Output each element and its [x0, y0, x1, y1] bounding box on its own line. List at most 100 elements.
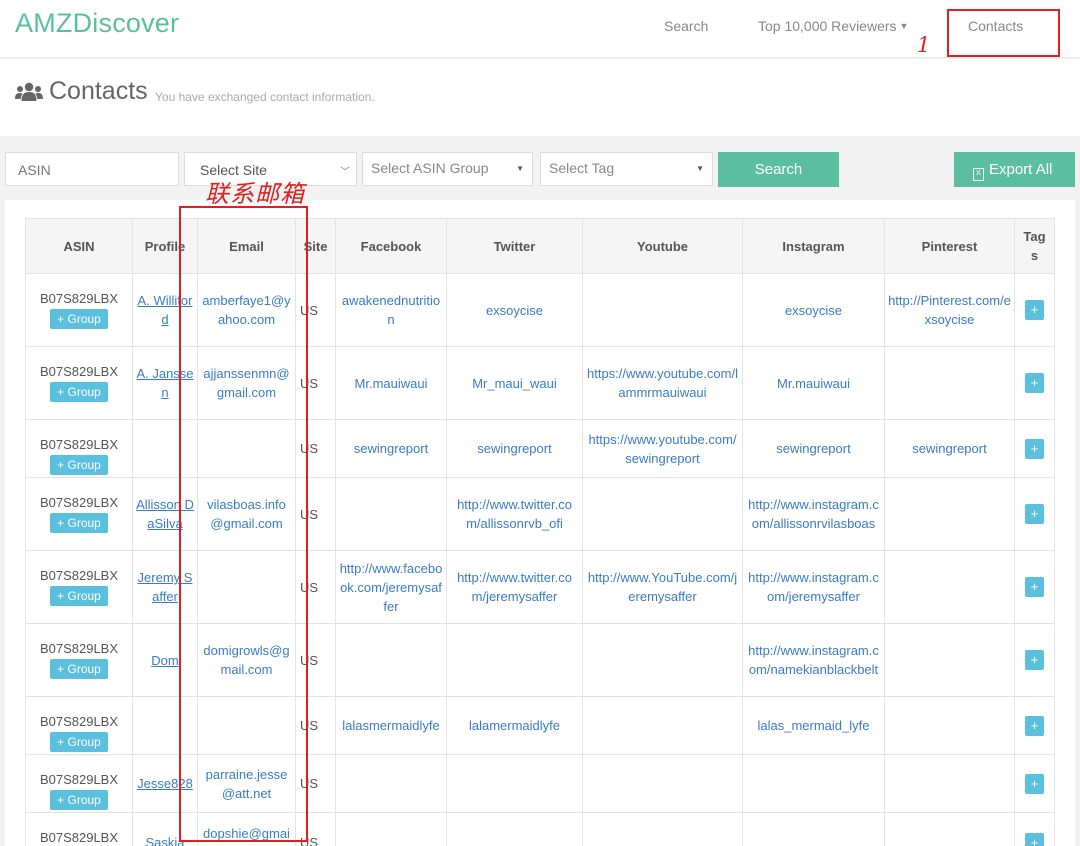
add-group-button[interactable]: + Group [50, 455, 108, 475]
add-tag-button[interactable]: + [1025, 373, 1044, 393]
facebook-cell[interactable]: awakenednutrition [335, 273, 447, 347]
asin-cell: B07S829LBX + Group [25, 550, 133, 624]
twitter-cell[interactable]: http://www.twitter.com/jeremysaffer [446, 550, 583, 624]
asin-cell: B07S829LBX + Group [25, 419, 133, 478]
youtube-cell [582, 273, 743, 347]
tags-cell: + [1014, 623, 1055, 697]
annotation-step-number: 1 [917, 33, 931, 57]
nav-reviewers-label: Top 10,000 Reviewers [758, 18, 897, 34]
asin-value: B07S829LBX [39, 437, 119, 452]
add-group-button[interactable]: + Group [50, 659, 108, 679]
add-group-button[interactable]: + Group [50, 513, 108, 533]
asin-cell: B07S829LBX + Group [25, 754, 133, 813]
asin-value: B07S829LBX [39, 291, 119, 306]
chevron-down-icon: ﹀ [340, 167, 350, 178]
facebook-cell[interactable]: lalasmermaidlyfe [335, 696, 447, 755]
tags-cell: + [1014, 812, 1055, 846]
instagram-cell[interactable]: Mr.mauiwaui [742, 346, 885, 420]
youtube-cell [582, 477, 743, 551]
youtube-cell[interactable]: https://www.youtube.com/sewingreport [582, 419, 743, 478]
twitter-cell[interactable]: Mr_maui_waui [446, 346, 583, 420]
asin-cell: B07S829LBX + Group [25, 477, 133, 551]
pinterest-cell[interactable]: sewingreport [884, 419, 1015, 478]
twitter-cell[interactable]: lalamermaidlyfe [446, 696, 583, 755]
asin-cell: B07S829LBX+ Group [25, 623, 133, 697]
instagram-cell[interactable]: http://www.instagram.com/allissonrvilasb… [742, 477, 885, 551]
instagram-cell[interactable]: sewingreport [742, 419, 885, 478]
twitter-cell [446, 623, 583, 697]
twitter-cell [446, 812, 583, 846]
asin-value: B07S829LBX [39, 568, 119, 583]
add-tag-button[interactable]: + [1025, 300, 1044, 320]
youtube-cell[interactable]: https://www.youtube.com/lammrmauiwaui [582, 346, 743, 420]
pinterest-cell [884, 346, 1015, 420]
pinterest-cell[interactable]: http://Pinterest.com/exsoycise [884, 273, 1015, 347]
export-all-button[interactable]: X Export All [954, 152, 1075, 187]
tag-placeholder: Select Tag [549, 160, 615, 176]
twitter-cell[interactable]: exsoycise [446, 273, 583, 347]
search-button[interactable]: Search [718, 152, 839, 187]
youtube-cell[interactable]: http://www.YouTube.com/jeremysaffer [582, 550, 743, 624]
asin-cell: B07S829LBX + Group [25, 346, 133, 420]
facebook-cell [335, 623, 447, 697]
annotation-email-label: 联系邮箱 [205, 180, 305, 208]
twitter-cell[interactable]: http://www.twitter.com/allissonrvb_ofi [446, 477, 583, 551]
excel-file-icon: X [973, 168, 984, 181]
caret-down-icon: ▼ [899, 21, 909, 31]
annotation-highlight-contacts [947, 9, 1060, 57]
add-tag-button[interactable]: + [1025, 715, 1044, 736]
pinterest-cell [884, 696, 1015, 755]
youtube-cell [582, 623, 743, 697]
instagram-cell[interactable]: http://www.instagram.com/namekianblackbe… [742, 623, 885, 697]
add-tag-button[interactable]: + [1025, 832, 1044, 846]
add-tag-button[interactable]: + [1025, 577, 1044, 597]
col-header-pinterest: Pinterest [884, 218, 1015, 274]
asin-group-select[interactable]: Select ASIN Group ▼ [362, 152, 533, 186]
add-group-button[interactable]: + Group [50, 382, 108, 402]
page-title: Contacts [49, 77, 148, 105]
add-group-button[interactable]: + Group [50, 732, 108, 752]
col-header-asin: ASIN [25, 218, 133, 274]
asin-group-placeholder: Select ASIN Group [371, 160, 489, 176]
tags-cell: + [1014, 696, 1055, 755]
col-header-tags: Tags [1014, 218, 1055, 274]
tags-cell: + [1014, 273, 1055, 347]
facebook-cell [335, 754, 447, 813]
asin-value: B07S829LBX [39, 364, 119, 379]
add-tag-button[interactable]: + [1025, 438, 1044, 459]
col-header-instagram: Instagram [742, 218, 885, 274]
asin-value: B07S829LBX [39, 714, 119, 729]
instagram-cell[interactable]: exsoycise [742, 273, 885, 347]
add-tag-button[interactable]: + [1025, 773, 1044, 794]
nav-search-link[interactable]: Search [664, 18, 708, 34]
add-tag-button[interactable]: + [1025, 650, 1044, 670]
add-group-button[interactable]: + Group [50, 309, 108, 329]
pinterest-cell [884, 812, 1015, 846]
asin-value: B07S829LBX [39, 772, 119, 787]
tag-select[interactable]: Select Tag ▼ [540, 152, 713, 186]
pinterest-cell [884, 754, 1015, 813]
youtube-cell [582, 696, 743, 755]
twitter-cell[interactable]: sewingreport [446, 419, 583, 478]
facebook-cell [335, 812, 447, 846]
facebook-cell[interactable]: Mr.mauiwaui [335, 346, 447, 420]
asin-input[interactable]: ASIN [5, 152, 179, 186]
add-tag-button[interactable]: + [1025, 504, 1044, 524]
instagram-cell[interactable]: lalas_mermaid_lyfe [742, 696, 885, 755]
add-group-button[interactable]: + Group [50, 790, 108, 810]
tags-cell: + [1014, 419, 1055, 478]
facebook-cell [335, 477, 447, 551]
asin-value: B07S829LBX [39, 495, 119, 510]
instagram-cell [742, 812, 885, 846]
nav-reviewers-dropdown[interactable]: Top 10,000 Reviewers ▼ [758, 18, 908, 34]
facebook-cell[interactable]: http://www.facebook.com/jeremysaffer [335, 550, 447, 624]
brand-logo[interactable]: AMZDiscover [15, 8, 179, 39]
instagram-cell [742, 754, 885, 813]
instagram-cell[interactable]: http://www.instagram.com/jeremysaffer [742, 550, 885, 624]
facebook-cell[interactable]: sewingreport [335, 419, 447, 478]
tags-cell: + [1014, 754, 1055, 813]
asin-value: B07S829LBX [39, 830, 119, 845]
asin-cell: B07S829LBX+ Group [25, 812, 133, 846]
add-group-button[interactable]: + Group [50, 586, 108, 606]
caret-down-icon: ▼ [696, 164, 704, 173]
